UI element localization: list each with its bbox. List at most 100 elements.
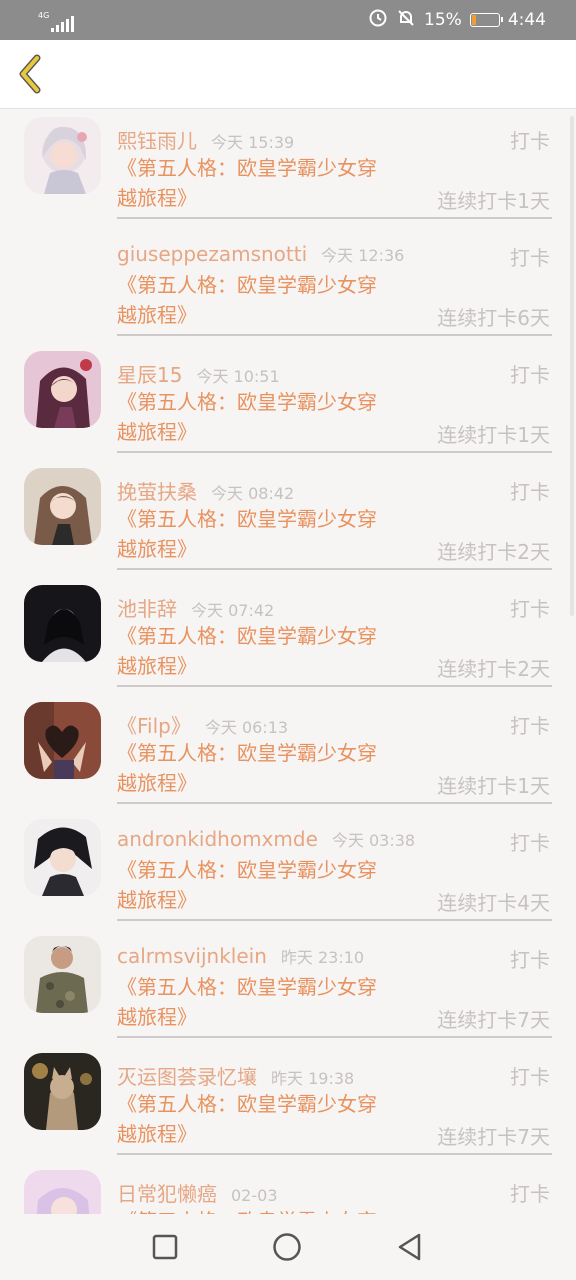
streak-days: 连续打卡2天 xyxy=(437,657,550,681)
book-title-line2: 越旅程》 xyxy=(117,654,197,678)
alarm-clock-icon xyxy=(368,8,388,33)
avatar[interactable] xyxy=(24,1053,101,1130)
avatar[interactable] xyxy=(24,936,101,1013)
user-name-text: giuseppezamsnotti xyxy=(117,242,308,266)
book-title-line1: 《第五人格：欧皇学霸少女穿 xyxy=(117,507,377,531)
book-title[interactable]: 《第五人格：欧皇学霸少女穿越旅程》 xyxy=(117,738,417,798)
book-title[interactable]: 《第五人格：欧皇学霸少女穿越旅程》 xyxy=(117,153,417,213)
checkin-row[interactable]: 熙钰雨儿 今天 15:39 打卡 《第五人格：欧皇学霸少女穿 越旅程》 连续打卡1天 xyxy=(0,109,576,226)
checkin-row[interactable]: andronkidhomxmde 今天 03:38 打卡 《第五人格：欧皇学霸少女穿越… xyxy=(0,811,576,928)
status-bar: 4G 15% 4:44 xyxy=(0,0,576,40)
checkin-time: 今天 03:38 xyxy=(331,831,416,850)
checkin-row[interactable]: 日常犯懒癌 02-03 打卡《第五人格：欧皇学霸少女穿越旅程》 xyxy=(0,1162,576,1214)
back-nav-button[interactable] xyxy=(394,1232,424,1262)
streak-days: 连续打卡6天 xyxy=(437,306,550,330)
streak-days: 连续打卡7天 xyxy=(437,1008,550,1032)
user-name-text: 熙钰雨儿 xyxy=(117,129,197,153)
book-title-line1: 《第五人格：欧皇学霸少女穿 xyxy=(117,273,377,297)
avatar[interactable] xyxy=(24,585,101,662)
signal-indicator: 4G xyxy=(38,8,75,32)
checkin-time: 昨天 23:10 xyxy=(280,948,365,967)
checkin-time: 今天 15:39 xyxy=(211,133,295,152)
row-divider xyxy=(117,685,552,687)
avatar[interactable] xyxy=(24,117,101,194)
checkin-row[interactable]: 灭运图荟录忆壤 昨天 19:38 打卡 《第五人格：欧皇学霸少女穿 越旅程》 连续打卡7天 xyxy=(0,1045,576,1162)
avatar[interactable] xyxy=(24,1170,101,1214)
recents-button[interactable] xyxy=(150,1232,180,1262)
checkin-row[interactable]: 《Filp》 今天 06:13 打卡 《第五人格：欧皇学霸少女穿 越旅程》 连续打卡1天 xyxy=(0,694,576,811)
signal-icon xyxy=(51,16,75,32)
row-divider xyxy=(117,1036,552,1038)
user-name-text: 《Filp》 xyxy=(117,714,191,738)
streak-days: 连续打卡1天 xyxy=(437,774,550,798)
streak-days: 连续打卡7天 xyxy=(437,1125,550,1149)
checkin-row[interactable]: 星辰15 今天 10:51 打卡 《第五人格：欧皇学霸少女穿 越旅程》 连续打卡1天 xyxy=(0,343,576,460)
checkin-row[interactable]: 池非辞 今天 07:42 打卡 《第五人格：欧皇学霸少女穿 越旅程》 连续打卡2天 xyxy=(0,577,576,694)
row-divider xyxy=(117,334,552,336)
user-name-text: 日常犯懒癌 xyxy=(117,1182,217,1206)
user-name: andronkidhomxmde 今天 03:38 xyxy=(117,827,415,851)
user-name: 熙钰雨儿 今天 15:39 xyxy=(117,125,294,154)
scrollbar[interactable] xyxy=(570,116,574,616)
book-title-line1: 《第五人格：欧皇学霸少女穿 xyxy=(117,624,377,648)
user-name: 日常犯懒癌 02-03 xyxy=(117,1178,278,1207)
avatar[interactable] xyxy=(24,468,101,545)
book-title[interactable]: 《第五人格：欧皇学霸少女穿越旅程》 xyxy=(117,387,417,447)
row-divider xyxy=(117,217,552,219)
book-title[interactable]: 《第五人格：欧皇学霸少女穿越旅程》 xyxy=(117,504,417,564)
avatar[interactable] xyxy=(24,351,101,428)
user-name: 星辰15 今天 10:51 xyxy=(117,359,280,388)
row-divider xyxy=(117,919,552,921)
user-name: giuseppezamsnotti 今天 12:36 xyxy=(117,242,404,266)
book-title-line1: 《第五人格：欧皇学霸少女穿 xyxy=(117,1092,377,1116)
book-title[interactable]: 《第五人格：欧皇学霸少女穿越旅程》 xyxy=(117,1089,417,1149)
streak-days: 连续打卡1天 xyxy=(437,423,550,447)
network-type: 4G xyxy=(38,11,50,20)
circle-home-icon xyxy=(273,1233,301,1261)
top-navbar xyxy=(0,40,576,109)
checkin-row[interactable]: calrmsvijnklein 昨天 23:10 打卡 《第五人格：欧皇学霸少女穿 越旅… xyxy=(0,928,576,1045)
checkin-list[interactable]: 熙钰雨儿 今天 15:39 打卡 《第五人格：欧皇学霸少女穿 越旅程》 连续打卡1天 giu… xyxy=(0,109,576,1214)
streak-days: 连续打卡2天 xyxy=(437,540,550,564)
avatar[interactable] xyxy=(24,819,101,896)
checkin-row[interactable]: giuseppezamsnotti 今天 12:36 打卡《第五人格：欧皇学霸少女穿… xyxy=(0,226,576,343)
checkin-tag: 打卡 xyxy=(510,1182,550,1206)
streak-days: 连续打卡4天 xyxy=(437,891,550,915)
checkin-tag: 打卡 xyxy=(510,363,550,387)
checkin-time: 今天 08:42 xyxy=(211,484,295,503)
book-title[interactable]: 《第五人格：欧皇学霸少女穿越旅程》 xyxy=(117,855,417,915)
book-title-line1: 《第五人格：欧皇学霸少女穿 xyxy=(117,156,377,180)
back-button[interactable] xyxy=(10,52,50,96)
system-nav-bar xyxy=(0,1214,576,1280)
user-name-text: 灭运图荟录忆壤 xyxy=(117,1065,257,1089)
book-title-line2: 越旅程》 xyxy=(117,420,197,444)
checkin-tag: 打卡 xyxy=(510,129,550,153)
book-title-line1: 《第五人格：欧皇学霸少女穿 xyxy=(117,390,377,414)
checkin-time: 昨天 19:38 xyxy=(271,1069,355,1088)
book-title[interactable]: 《第五人格：欧皇学霸少女穿越旅程》 xyxy=(117,972,417,1032)
user-name: 灭运图荟录忆壤 昨天 19:38 xyxy=(117,1061,354,1090)
book-title-line1: 《第五人格：欧皇学霸少女穿 xyxy=(117,741,377,765)
avatar[interactable] xyxy=(24,702,101,779)
checkin-row[interactable]: 挽萤扶桑 今天 08:42 打卡 《第五人格：欧皇学霸少女穿 越旅程》 连续打卡2天 xyxy=(0,460,576,577)
book-title-line2: 越旅程》 xyxy=(117,888,197,912)
square-recents-icon xyxy=(152,1234,178,1260)
book-title-line1: 《第五人格：欧皇学霸少女穿 xyxy=(117,975,377,999)
book-title[interactable]: 《第五人格：欧皇学霸少女穿越旅程》 xyxy=(117,1206,417,1214)
book-title[interactable]: 《第五人格：欧皇学霸少女穿越旅程》 xyxy=(117,621,417,681)
checkin-tag: 打卡 xyxy=(510,597,550,621)
user-name-text: 池非辞 xyxy=(117,597,177,621)
checkin-time: 今天 10:51 xyxy=(196,367,280,386)
book-title-line2: 越旅程》 xyxy=(117,1122,197,1146)
book-title[interactable]: 《第五人格：欧皇学霸少女穿越旅程》 xyxy=(117,270,417,330)
user-name: calrmsvijnklein 昨天 23:10 xyxy=(117,944,364,968)
book-title-line2: 越旅程》 xyxy=(117,186,197,210)
user-name: 《Filp》 今天 06:13 xyxy=(117,710,288,739)
home-button[interactable] xyxy=(272,1232,302,1262)
battery-icon xyxy=(469,13,503,27)
user-name: 池非辞 今天 07:42 xyxy=(117,593,274,622)
user-name-text: calrmsvijnklein xyxy=(117,944,267,968)
checkin-tag: 打卡 xyxy=(510,246,550,270)
row-divider xyxy=(117,451,552,453)
user-name: 挽萤扶桑 今天 08:42 xyxy=(117,476,294,505)
